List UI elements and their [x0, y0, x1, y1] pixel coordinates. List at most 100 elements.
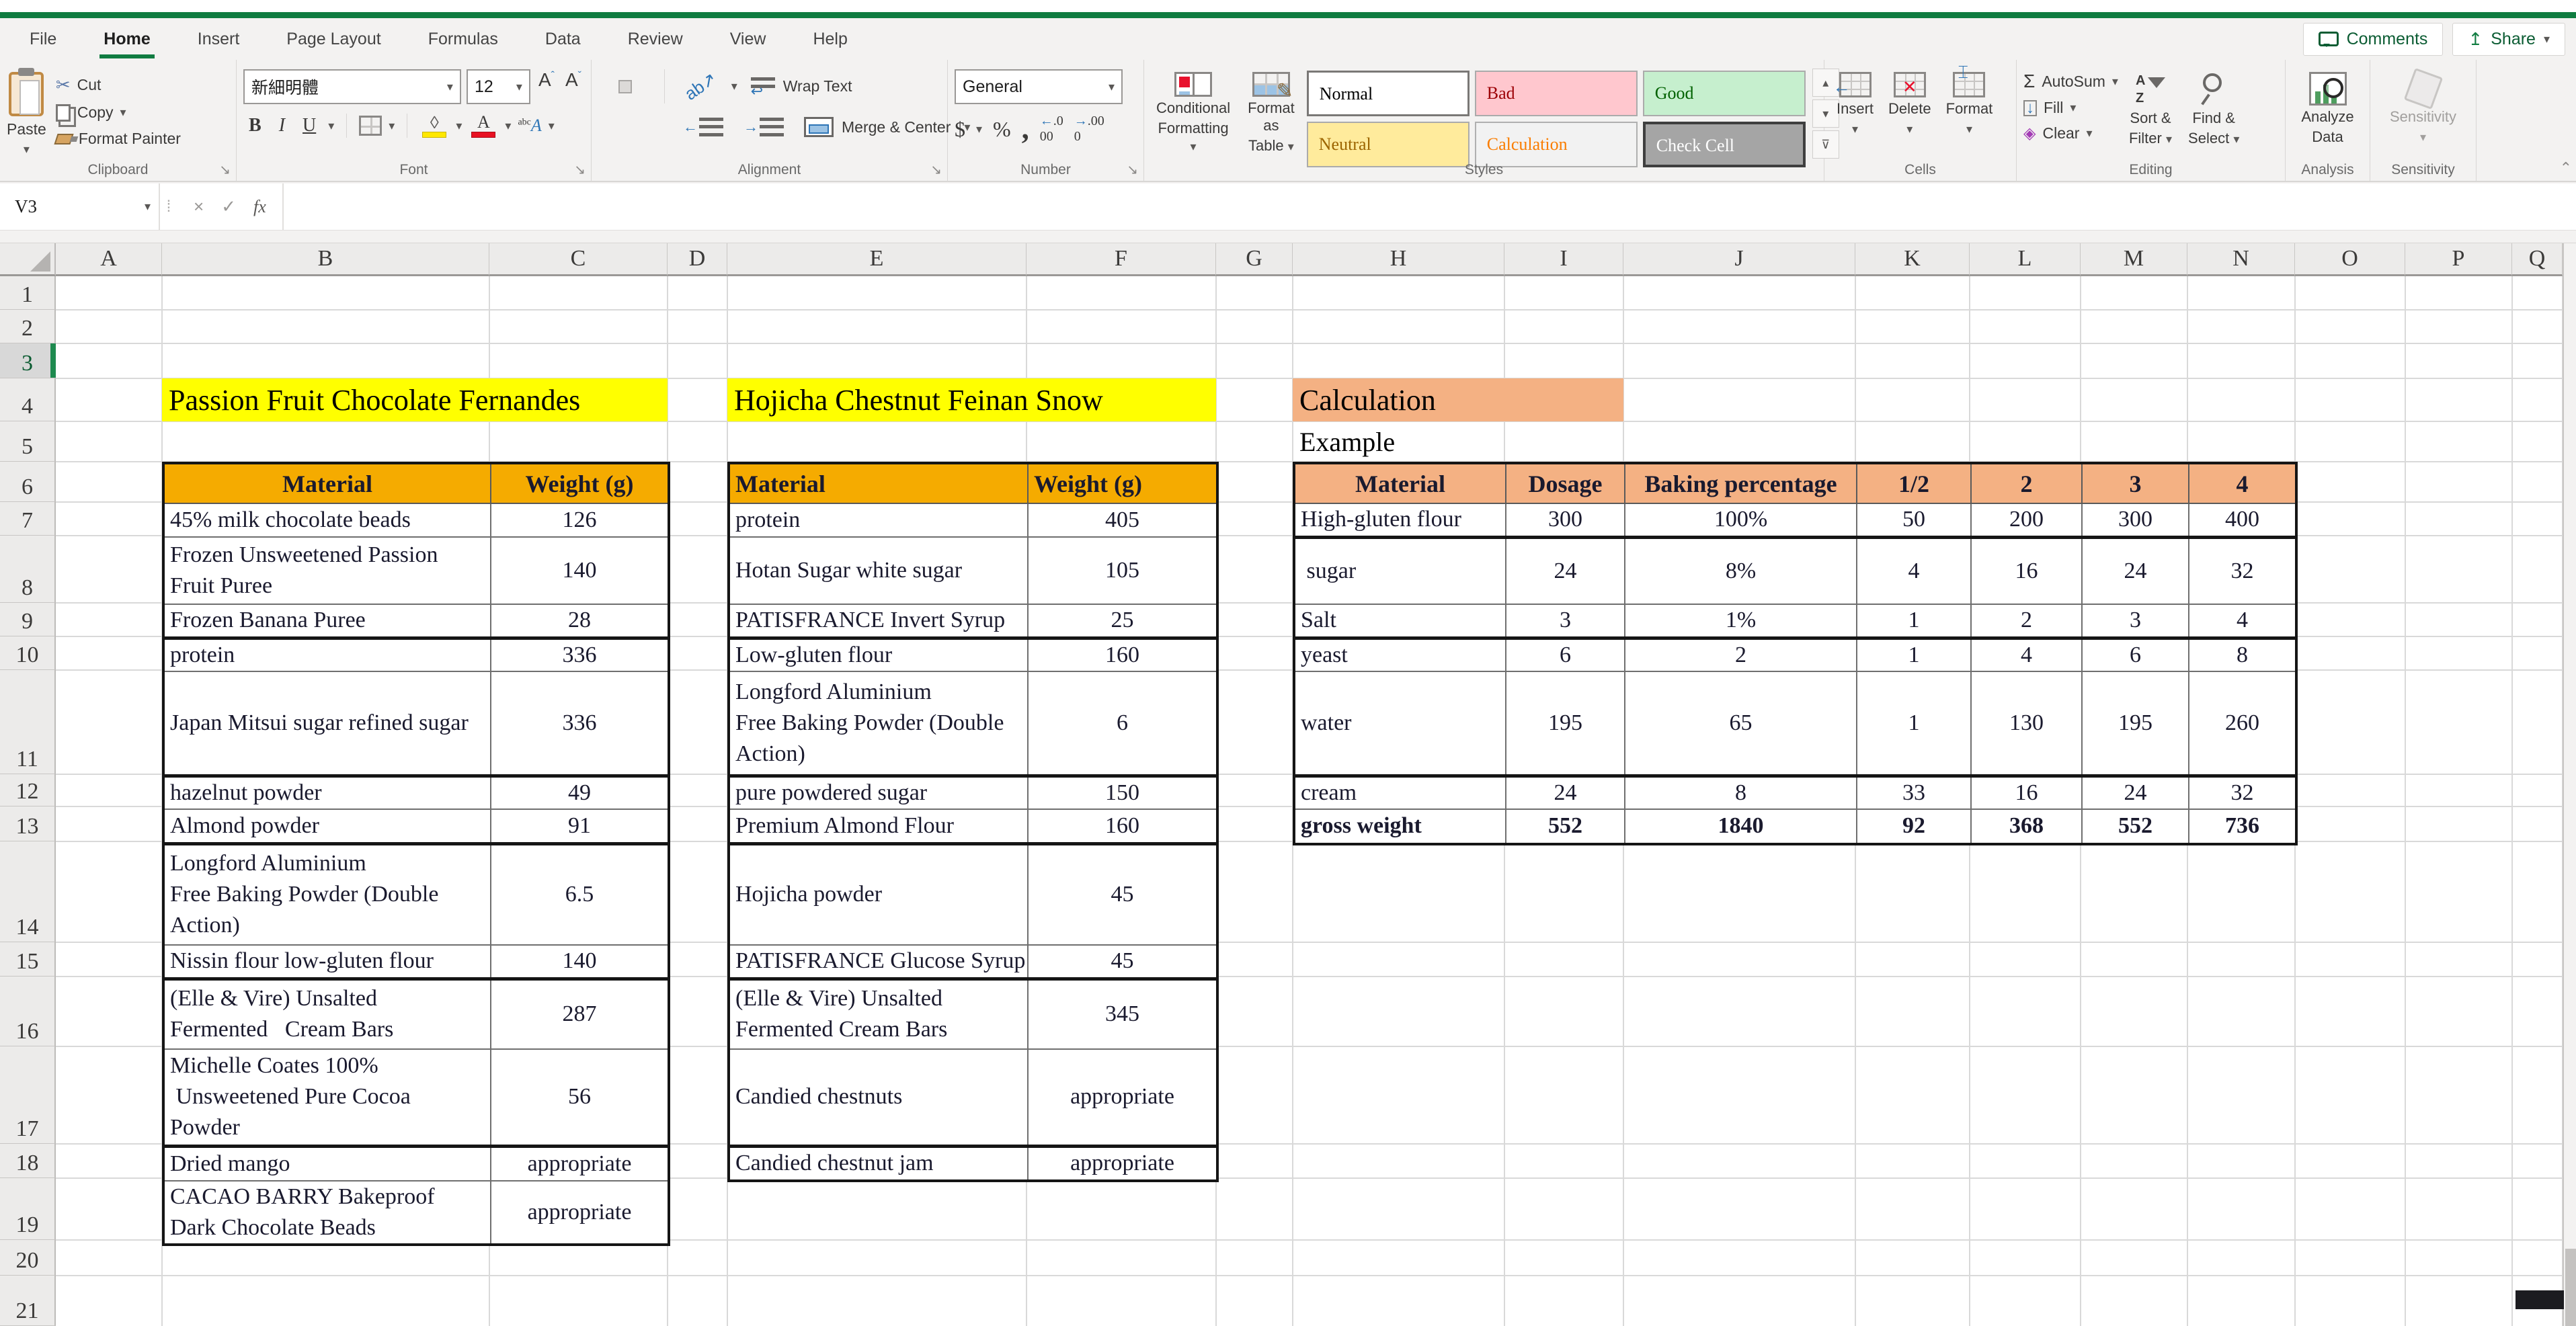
dialog-launcher-icon[interactable]: ↘ — [930, 161, 942, 178]
cell-3x[interactable]: 3 — [2082, 604, 2189, 638]
cell-weight[interactable]: 160 — [1028, 809, 1217, 844]
font-color-button[interactable]: A — [469, 114, 498, 138]
cell-weight[interactable]: 140 — [491, 945, 669, 979]
cancel-icon[interactable]: × — [194, 196, 204, 217]
borders-button[interactable] — [359, 116, 382, 136]
cell-2x[interactable]: 130 — [1971, 671, 2082, 776]
cell-dosage[interactable]: 300 — [1506, 503, 1625, 537]
find-select-button[interactable]: Find & Select ▾ — [2183, 69, 2245, 158]
cell-weight[interactable]: appropriate — [491, 1181, 669, 1245]
recipe1-col-weight[interactable]: Weight (g) — [491, 463, 669, 503]
row-header-15[interactable]: 15 — [0, 942, 56, 977]
collapse-ribbon-icon[interactable]: ⌃ — [2560, 159, 2572, 177]
cell-weight[interactable]: 45 — [1028, 945, 1217, 979]
column-header-K[interactable]: K — [1855, 243, 1970, 276]
copy-button[interactable]: Copy ▾ — [56, 103, 181, 122]
cell-half[interactable]: 1 — [1857, 604, 1971, 638]
column-header-C[interactable]: C — [489, 243, 668, 276]
share-button[interactable]: ↥ Share ▾ — [2452, 23, 2565, 56]
italic-button[interactable]: I — [274, 114, 290, 138]
cell-material[interactable]: Premium Almond Flour — [729, 809, 1028, 844]
cell-3x[interactable]: 24 — [2082, 537, 2189, 604]
cell-weight[interactable]: 6 — [1028, 671, 1217, 776]
calc-col-material[interactable]: Material — [1294, 463, 1506, 503]
insert-cells-button[interactable]: ← Insert ▾ — [1831, 69, 1879, 158]
cell-weight[interactable]: 160 — [1028, 638, 1217, 671]
cell-material[interactable]: (Elle & Vire) Unsalted Fermented Cream B… — [163, 979, 491, 1049]
cell-material[interactable]: Low-gluten flour — [729, 638, 1028, 671]
column-header-O[interactable]: O — [2295, 243, 2405, 276]
cell-half[interactable]: 92 — [1857, 809, 1971, 844]
cell-weight[interactable]: 45 — [1028, 844, 1217, 945]
cell-3x[interactable]: 300 — [2082, 503, 2189, 537]
column-header-P[interactable]: P — [2405, 243, 2512, 276]
row-header-20[interactable]: 20 — [0, 1240, 56, 1276]
cell-baking-pct[interactable]: 1840 — [1625, 809, 1857, 844]
column-header-A[interactable]: A — [56, 243, 162, 276]
cell-2x[interactable]: 16 — [1971, 537, 2082, 604]
scrollbar-thumb[interactable] — [2565, 1249, 2576, 1326]
format-painter-button[interactable]: Format Painter — [56, 130, 181, 148]
cell-2x[interactable]: 200 — [1971, 503, 2082, 537]
analyze-data-button[interactable]: Analyze Data — [2292, 69, 2363, 149]
cell-material[interactable]: Longford Aluminium Free Baking Powder (D… — [729, 671, 1028, 776]
align-right-button[interactable] — [639, 120, 652, 134]
shrink-font-button[interactable]: Aˇ — [563, 69, 584, 104]
column-header-J[interactable]: J — [1623, 243, 1855, 276]
decrease-indent-button[interactable]: ← — [676, 111, 730, 143]
cell-dosage[interactable]: 3 — [1506, 604, 1625, 638]
cell-half[interactable]: 4 — [1857, 537, 1971, 604]
phonetic-guide-button[interactable]: abcA — [518, 116, 541, 136]
tab-formulas[interactable]: Formulas — [424, 23, 502, 56]
row-header-13[interactable]: 13 — [0, 806, 56, 841]
cell-3x[interactable]: 552 — [2082, 809, 2189, 844]
column-header-L[interactable]: L — [1970, 243, 2081, 276]
row-header-17[interactable]: 17 — [0, 1046, 56, 1144]
tab-home[interactable]: Home — [99, 23, 154, 56]
column-header-D[interactable]: D — [668, 243, 727, 276]
delete-cells-button[interactable]: ✕ Delete ▾ — [1883, 69, 1937, 158]
tab-page-layout[interactable]: Page Layout — [282, 23, 385, 56]
column-header-F[interactable]: F — [1027, 243, 1216, 276]
autosum-button[interactable]: Σ AutoSum ▾ — [2023, 71, 2118, 92]
cell-material[interactable]: Candied chestnut jam — [729, 1147, 1028, 1181]
paste-button[interactable]: Paste ▾ — [7, 69, 46, 158]
cell-material[interactable]: PATISFRANCE Invert Syrup — [729, 604, 1028, 638]
orientation-button[interactable]: ab↗ — [677, 69, 725, 103]
cell-4x[interactable]: 32 — [2189, 537, 2296, 604]
percent-style-button[interactable]: % — [993, 117, 1011, 142]
name-box[interactable]: V3 ▾ — [0, 183, 160, 230]
align-top-button[interactable] — [598, 80, 612, 93]
row-header-19[interactable]: 19 — [0, 1178, 56, 1240]
calc-col-dosage[interactable]: Dosage — [1506, 463, 1625, 503]
select-all-corner[interactable] — [0, 243, 56, 276]
conditional-formatting-button[interactable]: Conditional Formatting ▾ — [1151, 69, 1236, 158]
calc-col-baking-percentage[interactable]: Baking percentage — [1625, 463, 1857, 503]
cell-style-bad[interactable]: Bad — [1475, 71, 1638, 116]
cell-baking-pct[interactable]: 100% — [1625, 503, 1857, 537]
row-header-5[interactable]: 5 — [0, 421, 56, 462]
formula-input[interactable] — [284, 183, 2576, 230]
align-left-button[interactable] — [598, 120, 612, 134]
font-name-select[interactable]: 新細明體 ▾ — [243, 69, 461, 104]
cell-weight[interactable]: appropriate — [1028, 1049, 1217, 1147]
dialog-launcher-icon[interactable]: ↘ — [574, 161, 586, 178]
cell-style-neutral[interactable]: Neutral — [1307, 122, 1470, 167]
column-header-E[interactable]: E — [727, 243, 1027, 276]
cell-material[interactable]: High-gluten flour — [1294, 503, 1506, 537]
cell-style-good[interactable]: Good — [1643, 71, 1806, 116]
cell-3x[interactable]: 24 — [2082, 776, 2189, 809]
cell-weight[interactable]: 56 — [491, 1049, 669, 1147]
recipe2-title[interactable]: Hojicha Chestnut Feinan Snow — [727, 378, 1216, 421]
column-header-H[interactable]: H — [1293, 243, 1504, 276]
column-header-G[interactable]: G — [1216, 243, 1293, 276]
cell-half[interactable]: 1 — [1857, 638, 1971, 671]
cell-weight[interactable]: 49 — [491, 776, 669, 809]
cell-style-normal[interactable]: Normal — [1307, 71, 1470, 116]
cut-button[interactable]: ✂ Cut — [56, 75, 181, 95]
format-cells-button[interactable]: ⌶ Format ▾ — [1941, 69, 1999, 158]
cell-4x[interactable]: 260 — [2189, 671, 2296, 776]
cell-weight[interactable]: 287 — [491, 979, 669, 1049]
recipe1-title[interactable]: Passion Fruit Chocolate Fernandes — [162, 378, 668, 421]
cell-material[interactable]: water — [1294, 671, 1506, 776]
